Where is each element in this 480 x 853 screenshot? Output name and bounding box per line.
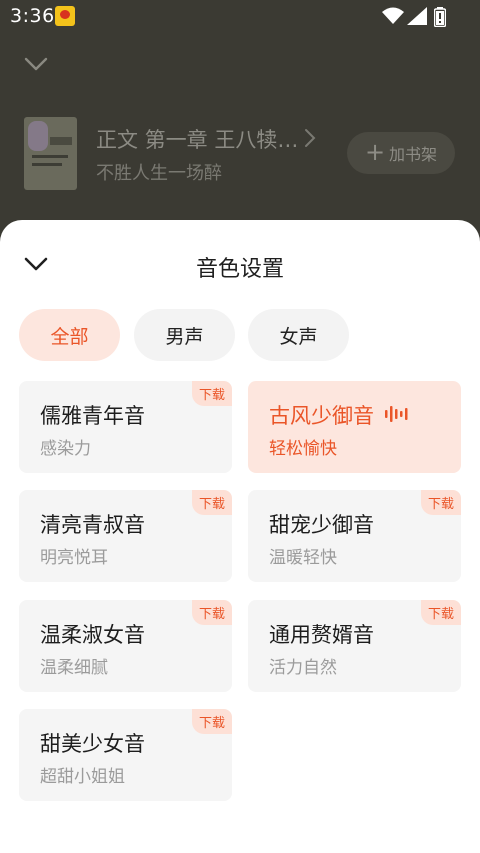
download-badge[interactable]: 下载: [192, 600, 232, 625]
voice-settings-sheet: 音色设置 全部 男声 女声 儒雅青年音 感染力 下载 古风少御音 轻松愉快 清亮…: [0, 220, 480, 853]
filter-tab-female[interactable]: 女声: [248, 309, 349, 361]
sound-wave-icon: [385, 406, 408, 422]
status-time: 3:36: [10, 5, 55, 27]
voice-description: 轻松愉快: [269, 439, 337, 459]
voice-card[interactable]: 通用赘婿音 活力自然 下载: [248, 600, 461, 692]
author-name: 不胜人生一场醉: [96, 163, 222, 184]
voice-name: 温柔淑女音: [40, 623, 145, 647]
voice-card[interactable]: 温柔淑女音 温柔细腻 下载: [19, 600, 232, 692]
download-badge[interactable]: 下载: [192, 381, 232, 406]
app-notification-icon: [55, 6, 75, 26]
download-badge[interactable]: 下载: [192, 709, 232, 734]
filter-tab-male[interactable]: 男声: [134, 309, 235, 361]
add-to-shelf-label: 加书架: [389, 145, 438, 164]
voice-name: 甜宠少御音: [269, 513, 374, 537]
voice-card-selected[interactable]: 古风少御音 轻松愉快: [248, 381, 461, 473]
chapter-title[interactable]: 正文 第一章 王八犊…: [96, 124, 298, 154]
voice-card[interactable]: 甜宠少御音 温暖轻快 下载: [248, 490, 461, 582]
status-bar: 3:36: [0, 0, 480, 32]
voice-description: 超甜小姐姐: [40, 767, 125, 787]
voice-card[interactable]: 甜美少女音 超甜小姐姐 下载: [19, 709, 232, 801]
download-badge[interactable]: 下载: [421, 490, 461, 515]
book-cover[interactable]: [24, 117, 77, 190]
chevron-down-icon[interactable]: [22, 52, 50, 76]
download-badge[interactable]: 下载: [421, 600, 461, 625]
voice-name: 通用赘婿音: [269, 623, 374, 647]
voice-description: 活力自然: [269, 658, 337, 678]
status-icons: [382, 7, 446, 27]
filter-tab-all[interactable]: 全部: [19, 309, 120, 361]
download-badge[interactable]: 下载: [192, 490, 232, 515]
voice-name: 儒雅青年音: [40, 404, 145, 428]
voice-description: 感染力: [40, 439, 91, 459]
chevron-right-icon: [305, 129, 316, 147]
signal-icon: [407, 7, 427, 25]
voice-name: 甜美少女音: [40, 732, 145, 756]
wifi-icon: [382, 7, 404, 24]
voice-card[interactable]: 儒雅青年音 感染力 下载: [19, 381, 232, 473]
voice-card[interactable]: 清亮青叔音 明亮悦耳 下载: [19, 490, 232, 582]
battery-icon: [434, 7, 446, 27]
sheet-title: 音色设置: [195, 257, 284, 282]
voice-description: 温柔细腻: [40, 658, 108, 678]
voice-name: 古风少御音: [269, 404, 374, 428]
plus-icon: +: [364, 138, 386, 166]
voice-description: 明亮悦耳: [40, 548, 108, 568]
voice-description: 温暖轻快: [269, 548, 337, 568]
voice-name: 清亮青叔音: [40, 513, 145, 537]
add-to-shelf-button[interactable]: + 加书架: [347, 132, 455, 174]
